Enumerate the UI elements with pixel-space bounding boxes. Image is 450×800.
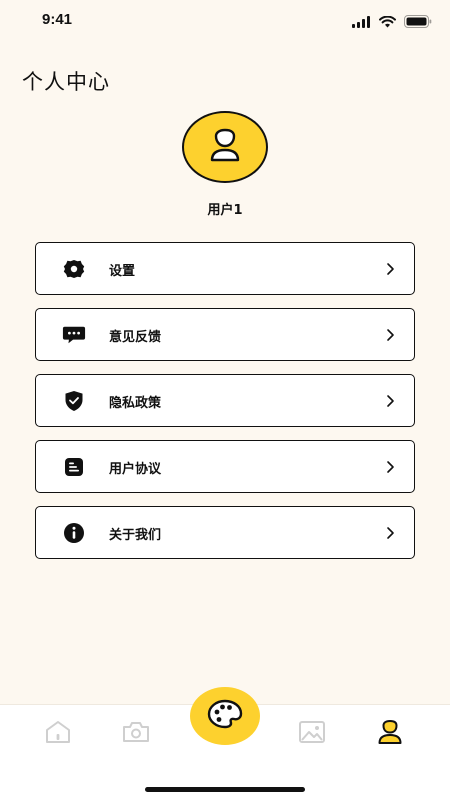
info-icon: [62, 522, 86, 544]
palette-icon: [207, 699, 243, 733]
menu-item-label: 关于我们: [109, 528, 162, 543]
signal-icon: [352, 13, 371, 32]
menu-item-privacy-policy[interactable]: 隐私政策: [35, 374, 415, 427]
gear-icon: [62, 258, 86, 280]
avatar[interactable]: [182, 111, 268, 183]
menu-item-label: 隐私政策: [109, 396, 162, 411]
nav-gallery[interactable]: [297, 719, 327, 749]
page-title: 个人中心: [22, 70, 110, 94]
menu-item-label: 设置: [109, 264, 136, 279]
shield-check-icon: [62, 390, 86, 412]
menu-item-label: 用户协议: [109, 462, 162, 477]
nav-profile[interactable]: [375, 719, 405, 749]
user-icon: [205, 127, 245, 167]
document-icon: [62, 456, 86, 478]
nav-home[interactable]: [43, 719, 73, 749]
nav-camera[interactable]: [121, 719, 151, 749]
image-icon: [298, 720, 326, 748]
menu-item-settings[interactable]: 设置: [35, 242, 415, 295]
chevron-right-icon: [386, 393, 396, 409]
chevron-right-icon: [386, 459, 396, 475]
menu-item-feedback[interactable]: 意见反馈: [35, 308, 415, 361]
menu-item-label: 意见反馈: [109, 330, 162, 345]
wifi-icon: [379, 13, 396, 32]
status-bar: 9:41: [0, 0, 450, 44]
status-icons: [352, 13, 432, 32]
menu-list: 设置 意见反馈 隐私政策 用户协议 关于我们: [35, 242, 415, 572]
menu-item-about-us[interactable]: 关于我们: [35, 506, 415, 559]
status-time: 9:41: [42, 11, 73, 28]
home-icon: [44, 719, 72, 749]
menu-item-user-agreement[interactable]: 用户协议: [35, 440, 415, 493]
profile-icon: [377, 719, 403, 749]
profile-screen: 9:41 个人中心 用户1 设置 意见反馈 隐私政策 用户协议 关于我们: [0, 0, 450, 800]
bottom-nav: [0, 687, 450, 800]
nav-palette[interactable]: [190, 687, 260, 745]
camera-icon: [121, 720, 151, 748]
username: 用户1: [207, 203, 243, 218]
chevron-right-icon: [386, 327, 396, 343]
home-indicator: [145, 787, 305, 792]
battery-icon: [404, 13, 432, 32]
chevron-right-icon: [386, 525, 396, 541]
feedback-icon: [62, 324, 86, 346]
chevron-right-icon: [386, 261, 396, 277]
